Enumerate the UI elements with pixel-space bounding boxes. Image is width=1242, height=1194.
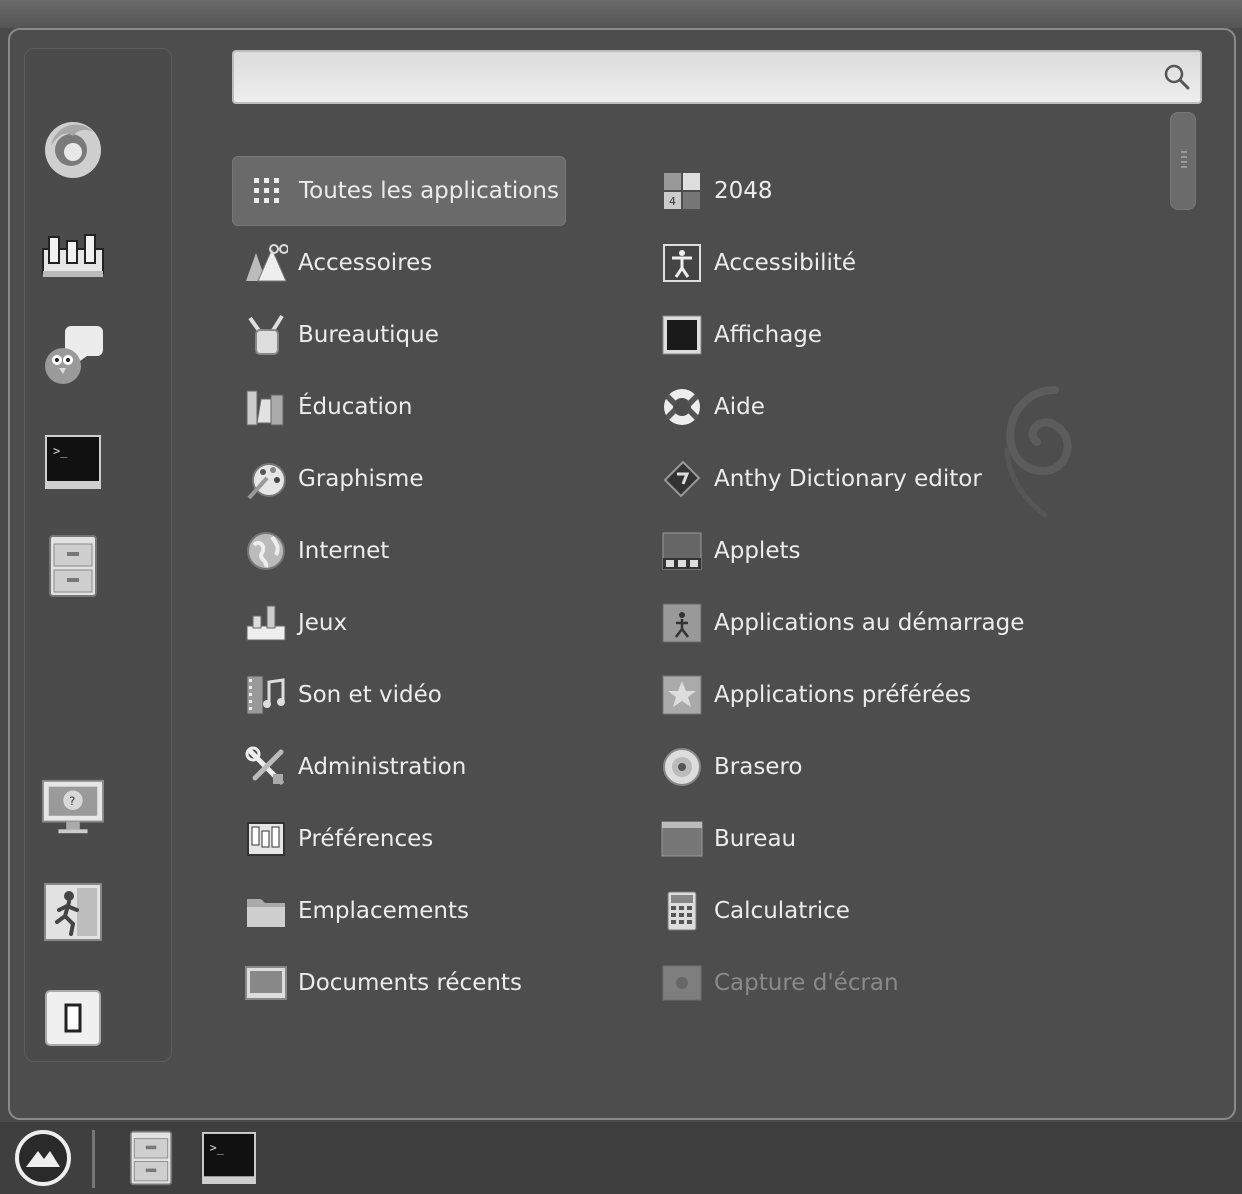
desktop-icon	[660, 817, 704, 861]
applets-icon	[660, 529, 704, 573]
startup-apps-icon	[660, 601, 704, 645]
category-preferences[interactable]: Préférences	[232, 804, 566, 874]
file-cabinet-icon[interactable]	[126, 1126, 176, 1190]
category-graphisme[interactable]: Graphisme	[232, 444, 566, 514]
svg-text:>_: >_	[210, 1140, 224, 1154]
firefox-icon[interactable]	[41, 116, 105, 180]
preferred-apps-icon	[660, 673, 704, 717]
category-label: Documents récents	[298, 970, 522, 996]
app-label: Capture d'écran	[714, 970, 899, 996]
display-icon	[660, 313, 704, 357]
accessibility-icon	[660, 241, 704, 285]
search-box[interactable]	[232, 50, 1202, 104]
bottom-panel: >_	[0, 1122, 1242, 1194]
app-label: Anthy Dictionary editor	[714, 466, 982, 492]
app-accessibilite[interactable]: Accessibilité	[648, 228, 1148, 298]
app-label: 2048	[714, 178, 773, 204]
category-label: Administration	[298, 754, 467, 780]
office-icon	[244, 313, 288, 357]
internet-icon	[244, 529, 288, 573]
app-label: Affichage	[714, 322, 823, 348]
category-label: Bureautique	[298, 322, 439, 348]
file-cabinet-icon[interactable]	[41, 534, 105, 598]
svg-text:>_: >_	[53, 444, 68, 458]
folder-icon	[244, 889, 288, 933]
dictionary-icon	[660, 457, 704, 501]
category-label: Préférences	[298, 826, 434, 852]
category-internet[interactable]: Internet	[232, 516, 566, 586]
terminal-icon[interactable]: >_	[41, 430, 105, 494]
category-documents-recents[interactable]: Documents récents	[232, 948, 566, 1018]
app-applications-preferees[interactable]: Applications préférées	[648, 660, 1148, 730]
shutdown-icon[interactable]	[41, 986, 105, 1050]
category-administration[interactable]: Administration	[232, 732, 566, 802]
graphics-icon	[244, 457, 288, 501]
category-label: Internet	[298, 538, 390, 564]
disc-icon	[660, 745, 704, 789]
app-label: Bureau	[714, 826, 797, 852]
game-2048-icon: 4	[660, 169, 704, 213]
multimedia-icon	[244, 673, 288, 717]
app-2048[interactable]: 4 2048	[648, 156, 1148, 226]
category-label: Jeux	[298, 610, 348, 636]
accessories-icon	[244, 241, 288, 285]
app-anthy-dictionary-editor[interactable]: Anthy Dictionary editor	[648, 444, 1148, 514]
logout-icon[interactable]	[41, 880, 105, 944]
administration-icon	[244, 745, 288, 789]
app-applications-au-demarrage[interactable]: Applications au démarrage	[648, 588, 1148, 658]
app-label: Calculatrice	[714, 898, 850, 924]
help-lifebuoy-icon	[660, 385, 704, 429]
app-applets[interactable]: Applets	[648, 516, 1148, 586]
recent-documents-icon	[244, 961, 288, 1005]
app-capture-d-ecran[interactable]: Capture d'écran	[648, 948, 1148, 1018]
app-calculatrice[interactable]: Calculatrice	[648, 876, 1148, 946]
category-emplacements[interactable]: Emplacements	[232, 876, 566, 946]
app-brasero[interactable]: Brasero	[648, 732, 1148, 802]
category-label: Emplacements	[298, 898, 469, 924]
app-label: Aide	[714, 394, 765, 420]
category-all-applications[interactable]: Toutes les applications	[232, 156, 566, 226]
desktop-top-strip	[0, 0, 1242, 28]
category-son-et-video[interactable]: Son et vidéo	[232, 660, 566, 730]
pidgin-icon[interactable]	[41, 322, 105, 386]
svg-text:4: 4	[669, 195, 676, 208]
category-jeux[interactable]: Jeux	[232, 588, 566, 658]
calculator-icon	[660, 889, 704, 933]
category-label: Son et vidéo	[298, 682, 442, 708]
category-label: Toutes les applications	[299, 178, 559, 204]
screenshot-icon	[660, 961, 704, 1005]
preferences-icon	[244, 817, 288, 861]
category-label: Éducation	[298, 394, 413, 420]
games-icon	[244, 601, 288, 645]
search-icon	[1164, 64, 1190, 90]
panel-separator	[92, 1130, 95, 1188]
app-label: Applications préférées	[714, 682, 971, 708]
scrollbar-thumb[interactable]	[1170, 112, 1196, 210]
app-label: Brasero	[714, 754, 803, 780]
category-label: Graphisme	[298, 466, 424, 492]
app-label: Accessibilité	[714, 250, 857, 276]
app-label: Applications au démarrage	[714, 610, 1025, 636]
scrollbar-track[interactable]	[1168, 112, 1196, 1002]
category-accessoires[interactable]: Accessoires	[232, 228, 566, 298]
terminal-icon[interactable]: >_	[200, 1126, 258, 1190]
grid-icon	[245, 169, 289, 213]
lock-screen-icon[interactable]: ?	[41, 776, 105, 840]
app-aide[interactable]: Aide	[648, 372, 1148, 442]
app-label: Applets	[714, 538, 801, 564]
category-label: Accessoires	[298, 250, 433, 276]
education-icon	[244, 385, 288, 429]
settings-icon[interactable]	[41, 224, 105, 288]
category-bureautique[interactable]: Bureautique	[232, 300, 566, 370]
app-affichage[interactable]: Affichage	[648, 300, 1148, 370]
search-input[interactable]	[244, 60, 1144, 94]
category-education[interactable]: Éducation	[232, 372, 566, 442]
svg-text:?: ?	[69, 794, 75, 808]
app-bureau[interactable]: Bureau	[648, 804, 1148, 874]
menu-logo-icon[interactable]	[12, 1126, 74, 1190]
